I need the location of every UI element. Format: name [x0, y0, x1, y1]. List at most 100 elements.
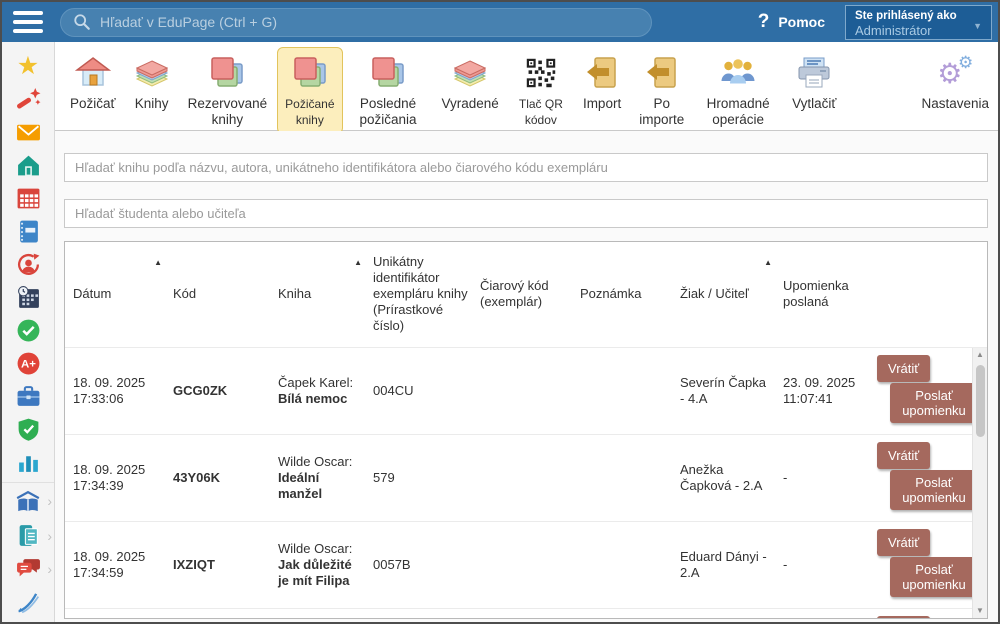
- edupage-window: ? Pomoc Ste prihlásený ako Administrátor…: [0, 0, 1000, 624]
- global-search-input[interactable]: [100, 14, 639, 30]
- send-reminder-button[interactable]: Poslať upomienku: [890, 383, 978, 423]
- column-header-ciarovy-kod[interactable]: Čiarový kód (exemplár): [472, 242, 572, 347]
- content-area: Dátum▲ Kód Kniha▲ Unikátny identifikátor…: [55, 131, 998, 622]
- sidebar-item[interactable]: ›: [2, 83, 54, 116]
- help-icon: ?: [758, 11, 770, 33]
- column-header-identifikator[interactable]: Unikátny identifikátor exempláru knihy (…: [365, 242, 472, 347]
- return-button[interactable]: Vrátiť: [877, 529, 930, 556]
- sidebar-item[interactable]: ›: [2, 482, 54, 519]
- sidebar-item[interactable]: A+ ›: [2, 347, 54, 380]
- hamburger-menu-icon[interactable]: [13, 11, 43, 33]
- toolbar-item[interactable]: Vyradené: [434, 47, 507, 118]
- sidebar-item[interactable]: ›: [2, 446, 54, 479]
- sidebar-item[interactable]: ›: [2, 281, 54, 314]
- home-icon: [16, 153, 41, 178]
- sidebar-item[interactable]: ›: [2, 149, 54, 182]
- send-reminder-button[interactable]: Poslať upomienku: [890, 470, 978, 510]
- chevron-right-icon: ›: [47, 493, 52, 509]
- chevron-down-icon: ▼: [973, 21, 982, 31]
- table-scrollbar[interactable]: ▲ ▼: [972, 348, 987, 618]
- book-search-input[interactable]: [64, 153, 988, 182]
- user-role-label: Administrátor: [855, 23, 982, 38]
- sidebar-item[interactable]: ›: [2, 116, 54, 149]
- help-button[interactable]: ? Pomoc: [758, 11, 825, 33]
- printer-icon: [796, 53, 832, 93]
- stacked-cards-icon: [370, 53, 406, 93]
- sidebar-item[interactable]: ★ ›: [2, 50, 54, 83]
- sidebar-item[interactable]: ›: [2, 314, 54, 347]
- toolbar-item-label: Nastavenia: [921, 96, 989, 112]
- return-button[interactable]: Vrátiť: [877, 442, 930, 469]
- column-header-datum[interactable]: Dátum▲: [65, 242, 165, 347]
- toolbar-item-label: Import: [583, 96, 621, 112]
- library-icon: [15, 490, 41, 516]
- sidebar-item[interactable]: ›: [2, 413, 54, 446]
- column-header-actions: [875, 242, 987, 347]
- toolbar-item[interactable]: Po importe: [631, 47, 692, 134]
- column-header-ziak-ucitel[interactable]: Žiak / Učiteľ▲: [672, 242, 775, 347]
- toolbar-item-label: Požičať: [70, 96, 116, 112]
- cell-ciarovy-kod: [472, 521, 572, 608]
- toolbar-item[interactable]: Posledné požičania: [345, 47, 432, 134]
- scrollbar-thumb[interactable]: [976, 365, 985, 437]
- toolbar-item[interactable]: Tlač QR kódov: [509, 47, 573, 134]
- student-search-input[interactable]: [64, 199, 988, 228]
- toolbar-item-label: Požičané knihy: [285, 96, 334, 128]
- toolbar-item-label: Vytlačiť: [792, 96, 836, 112]
- chevron-right-icon: ›: [47, 561, 52, 577]
- sidebar-item[interactable]: ›: [2, 182, 54, 215]
- table-row: 18. 09. 202517:34:59 IXZIQT Wilde Oscar:…: [65, 521, 987, 608]
- toolbar-item[interactable]: Hromadné operácie: [694, 47, 782, 134]
- toolbar-item[interactable]: Požičať: [62, 47, 124, 118]
- cell-kniha: Wilde Oscar:Jak důležité je mít Filipa: [270, 521, 365, 608]
- global-search[interactable]: [60, 8, 652, 37]
- sidebar-item[interactable]: ›: [2, 519, 54, 552]
- substitution-icon: [16, 252, 41, 277]
- toolbar-item-label: Knihy: [135, 96, 169, 112]
- chat-icon: [16, 556, 41, 581]
- column-header-upomienka[interactable]: Upomienka poslaná: [775, 242, 875, 347]
- gears-icon: ⚙⚙: [936, 53, 974, 93]
- cell-datum: 18. 09. 202517:34:39: [65, 434, 165, 521]
- toolbar-item-label: Rezervované knihy: [188, 96, 268, 128]
- pen-icon: [15, 589, 41, 615]
- user-menu[interactable]: Ste prihlásený ako Administrátor ▼: [845, 5, 992, 40]
- sidebar-item[interactable]: ›: [2, 552, 54, 585]
- help-label: Pomoc: [778, 14, 825, 30]
- toolbar-item[interactable]: Rezervované knihy: [180, 47, 276, 134]
- table-row: 18. 09. 202517:33:06 GCG0ZK Čapek Karel:…: [65, 347, 987, 434]
- toolbar-item[interactable]: Import: [575, 47, 629, 118]
- toolbar-item[interactable]: ⚙⚙ Nastavenia: [913, 47, 997, 118]
- group-people-icon: [720, 53, 756, 93]
- toolbar-item[interactable]: Vytlačiť: [784, 47, 844, 118]
- column-header-kniha[interactable]: Kniha▲: [270, 242, 365, 347]
- cell-identifikator: 004CU: [365, 347, 472, 434]
- column-header-kod[interactable]: Kód: [165, 242, 270, 347]
- column-header-poznamka[interactable]: Poznámka: [572, 242, 672, 347]
- documents-icon: [16, 523, 41, 548]
- top-bar: ? Pomoc Ste prihlásený ako Administrátor…: [2, 2, 998, 42]
- toolbar-item[interactable]: Požičané knihy: [277, 47, 342, 134]
- send-reminder-button[interactable]: Poslať upomienku: [890, 557, 978, 597]
- cell-datum: 18. 09. 202517:34:59: [65, 521, 165, 608]
- house-icon: [75, 53, 111, 93]
- sort-asc-icon: ▲: [354, 255, 362, 271]
- sidebar-item[interactable]: ›: [2, 215, 54, 248]
- scroll-up-icon[interactable]: ▲: [976, 348, 984, 362]
- cell-poznamka: [572, 521, 672, 608]
- toolbar-item-label: Posledné požičania: [353, 96, 424, 128]
- return-button[interactable]: Vrátiť: [877, 616, 930, 620]
- toolbar-item[interactable]: Knihy: [126, 47, 178, 118]
- return-button[interactable]: Vrátiť: [877, 355, 930, 382]
- sidebar-item[interactable]: ›: [2, 248, 54, 281]
- sidebar-item[interactable]: ›: [2, 585, 54, 618]
- toolbar-item-label: Hromadné operácie: [702, 96, 774, 128]
- scroll-down-icon[interactable]: ▼: [976, 604, 984, 618]
- briefcase-icon: [16, 384, 41, 409]
- sidebar-item[interactable]: ›: [2, 380, 54, 413]
- chevron-right-icon: ›: [47, 528, 52, 544]
- notebook-icon: [16, 219, 41, 244]
- svg-text:A+: A+: [21, 359, 36, 371]
- cell-ciarovy-kod: [472, 347, 572, 434]
- sort-asc-icon: ▲: [764, 255, 772, 271]
